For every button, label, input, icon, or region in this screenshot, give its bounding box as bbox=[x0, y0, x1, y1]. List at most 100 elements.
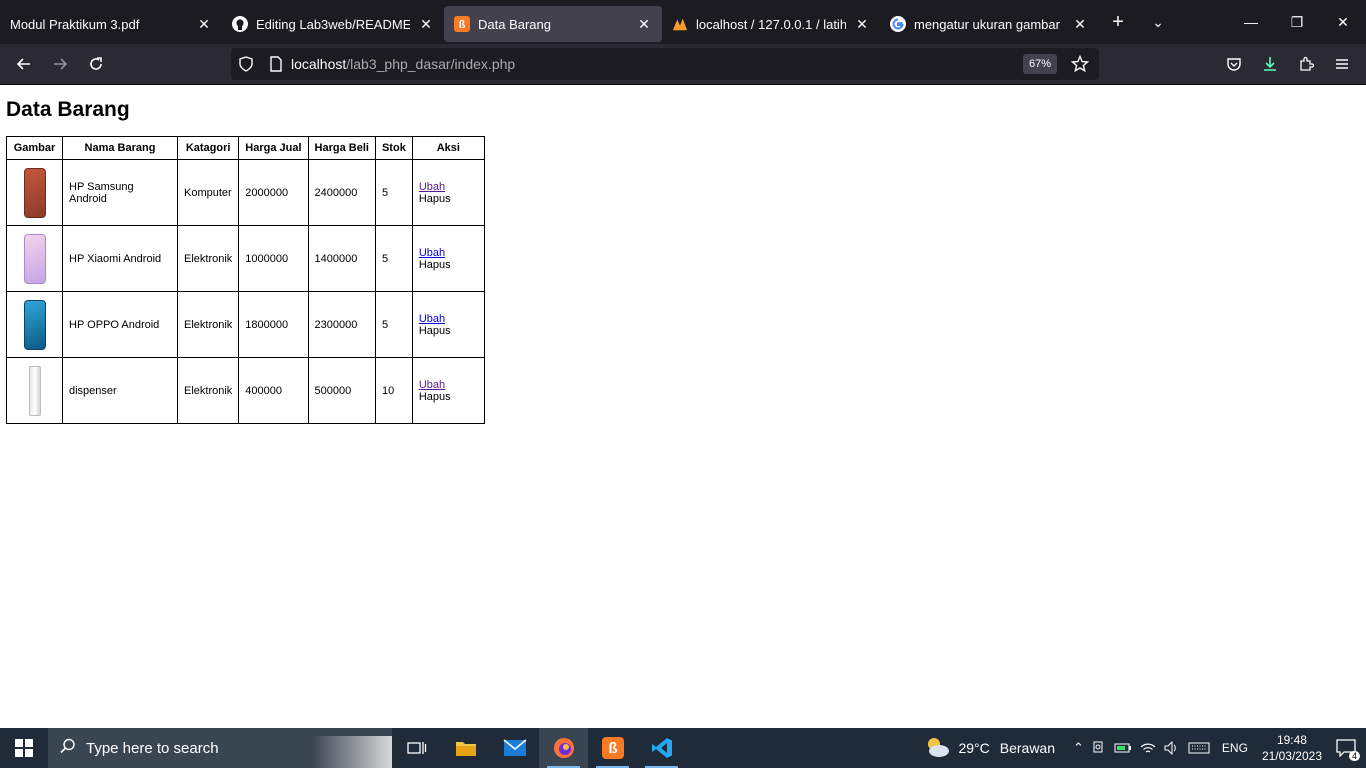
cell-harga-jual: 2000000 bbox=[238, 159, 309, 226]
vscode-taskbar-icon[interactable] bbox=[637, 728, 686, 768]
search-placeholder: Type here to search bbox=[86, 739, 219, 757]
list-all-tabs-icon[interactable]: ⌄ bbox=[1138, 4, 1178, 40]
github-icon bbox=[232, 16, 248, 32]
image-cell bbox=[6, 291, 63, 358]
zoom-level-button[interactable]: 67% bbox=[1022, 54, 1057, 74]
cell-kategori: Komputer bbox=[176, 159, 240, 226]
tab-title: localhost / 127.0.0.1 / latihan1 / bbox=[696, 16, 846, 32]
search-icon bbox=[60, 738, 76, 758]
extensions-icon[interactable] bbox=[1288, 48, 1324, 80]
ubah-link[interactable]: Ubah bbox=[419, 247, 445, 259]
wifi-icon[interactable] bbox=[1140, 741, 1156, 755]
notification-count-badge: 4 bbox=[1348, 751, 1360, 761]
header-harga-beli: Harga Beli bbox=[307, 136, 376, 160]
header-katagori: Katagori bbox=[176, 136, 240, 160]
restore-icon[interactable]: ❐ bbox=[1274, 0, 1320, 44]
tab-github-editing[interactable]: Editing Lab3web/README.md at ✕ bbox=[222, 6, 444, 42]
page-content: Data Barang Gambar Nama Barang Katagori … bbox=[0, 86, 1366, 728]
ubah-link[interactable]: Ubah bbox=[419, 379, 445, 391]
mail-icon[interactable] bbox=[490, 728, 539, 768]
cell-harga-beli: 2300000 bbox=[307, 291, 376, 358]
phone-samsung-image bbox=[23, 167, 46, 218]
file-explorer-icon[interactable] bbox=[441, 728, 490, 768]
task-view-icon[interactable] bbox=[392, 728, 441, 768]
tab-phpmyadmin[interactable]: localhost / 127.0.0.1 / latihan1 / ✕ bbox=[662, 6, 880, 42]
minimize-icon[interactable]: — bbox=[1228, 0, 1274, 44]
tab-google-search[interactable]: mengatur ukuran gambar php ✕ bbox=[880, 6, 1098, 42]
close-icon[interactable]: ✕ bbox=[634, 14, 654, 34]
tab-strip: Modul Praktikum 3.pdf ✕ Editing Lab3web/… bbox=[0, 0, 1366, 44]
image-cell bbox=[6, 159, 63, 226]
cell-aksi: Ubah Hapus bbox=[411, 357, 485, 424]
close-icon[interactable]: ✕ bbox=[416, 14, 436, 34]
clock-date: 21/03/2023 bbox=[1261, 749, 1322, 763]
tab-data-barang[interactable]: ß Data Barang ✕ bbox=[444, 6, 662, 42]
xampp-taskbar-icon[interactable]: ß bbox=[588, 728, 637, 768]
cell-kategori: Elektronik bbox=[176, 225, 240, 292]
bookmark-star-icon[interactable] bbox=[1065, 55, 1095, 73]
tab-title: mengatur ukuran gambar php bbox=[914, 16, 1064, 32]
downloads-icon[interactable] bbox=[1252, 48, 1288, 80]
phone-oppo-image bbox=[23, 299, 46, 350]
menu-icon[interactable] bbox=[1324, 48, 1360, 80]
cell-harga-jual: 1800000 bbox=[238, 291, 309, 358]
weather-cloud-icon bbox=[924, 736, 950, 761]
reload-icon[interactable] bbox=[78, 48, 114, 80]
close-window-icon[interactable]: ✕ bbox=[1320, 0, 1366, 44]
new-tab-icon[interactable]: + bbox=[1098, 4, 1138, 40]
windows-start-icon[interactable] bbox=[0, 728, 48, 768]
tab-title: Data Barang bbox=[478, 16, 551, 32]
language-indicator[interactable]: ENG bbox=[1222, 741, 1248, 755]
battery-icon[interactable] bbox=[1114, 742, 1132, 754]
cell-aksi: Ubah Hapus bbox=[411, 291, 485, 358]
system-tray: 29°C Berawan ⌃ ENG 19:48 21/03/2023 4 bbox=[920, 728, 1366, 768]
dispenser-image bbox=[28, 365, 41, 416]
weather-description: Berawan bbox=[999, 740, 1056, 756]
table-row: HP Samsung Android Komputer 2000000 2400… bbox=[6, 159, 485, 226]
url-text[interactable]: localhost/lab3_php_dasar/index.php bbox=[291, 56, 1023, 72]
svg-text:ß: ß bbox=[608, 740, 617, 757]
chevron-up-icon[interactable]: ⌃ bbox=[1073, 740, 1084, 756]
keyboard-icon[interactable] bbox=[1188, 742, 1210, 754]
image-cell bbox=[6, 357, 63, 424]
weather-widget[interactable]: 29°C Berawan bbox=[924, 736, 1055, 761]
cell-stok: 5 bbox=[374, 225, 413, 292]
meet-now-icon[interactable] bbox=[1092, 741, 1106, 755]
hapus-text: Hapus bbox=[418, 390, 451, 403]
hapus-text: Hapus bbox=[418, 324, 451, 337]
close-icon[interactable]: ✕ bbox=[1070, 14, 1090, 34]
shield-icon[interactable] bbox=[231, 56, 261, 72]
cell-aksi: Ubah Hapus bbox=[411, 159, 485, 226]
forward-icon[interactable] bbox=[42, 48, 78, 80]
pocket-icon[interactable] bbox=[1216, 48, 1252, 80]
url-bar[interactable]: localhost/lab3_php_dasar/index.php 67% bbox=[231, 48, 1099, 80]
xampp-icon: ß bbox=[454, 16, 470, 32]
taskbar-search-box[interactable]: Type here to search bbox=[48, 728, 392, 768]
cell-kategori: Elektronik bbox=[176, 291, 240, 358]
tab-modul-praktikum[interactable]: Modul Praktikum 3.pdf ✕ bbox=[0, 6, 222, 42]
data-barang-table: Gambar Nama Barang Katagori Harga Jual H… bbox=[6, 136, 485, 424]
header-harga-jual: Harga Jual bbox=[238, 136, 309, 160]
google-icon bbox=[890, 16, 906, 32]
navigation-toolbar: localhost/lab3_php_dasar/index.php 67% bbox=[0, 44, 1366, 85]
cell-harga-jual: 400000 bbox=[238, 357, 309, 424]
cell-nama: HP Xiaomi Android bbox=[62, 225, 178, 292]
page-icon[interactable] bbox=[261, 56, 291, 72]
cell-harga-jual: 1000000 bbox=[238, 225, 309, 292]
header-gambar: Gambar bbox=[6, 136, 63, 160]
header-nama-barang: Nama Barang bbox=[62, 136, 178, 160]
hapus-text: Hapus bbox=[418, 192, 451, 205]
tab-title: Editing Lab3web/README.md at bbox=[256, 16, 410, 32]
close-icon[interactable]: ✕ bbox=[194, 14, 214, 34]
clock[interactable]: 19:48 21/03/2023 bbox=[1262, 732, 1322, 764]
cell-nama: dispenser bbox=[62, 357, 178, 424]
firefox-taskbar-icon[interactable] bbox=[539, 728, 588, 768]
back-icon[interactable] bbox=[6, 48, 42, 80]
volume-icon[interactable] bbox=[1164, 741, 1180, 755]
notifications-icon[interactable]: 4 bbox=[1336, 739, 1360, 761]
close-icon[interactable]: ✕ bbox=[852, 14, 872, 34]
table-header-row: Gambar Nama Barang Katagori Harga Jual H… bbox=[6, 136, 485, 160]
page-title: Data Barang bbox=[6, 98, 130, 121]
ubah-link[interactable]: Ubah bbox=[419, 181, 445, 193]
ubah-link[interactable]: Ubah bbox=[419, 313, 445, 325]
